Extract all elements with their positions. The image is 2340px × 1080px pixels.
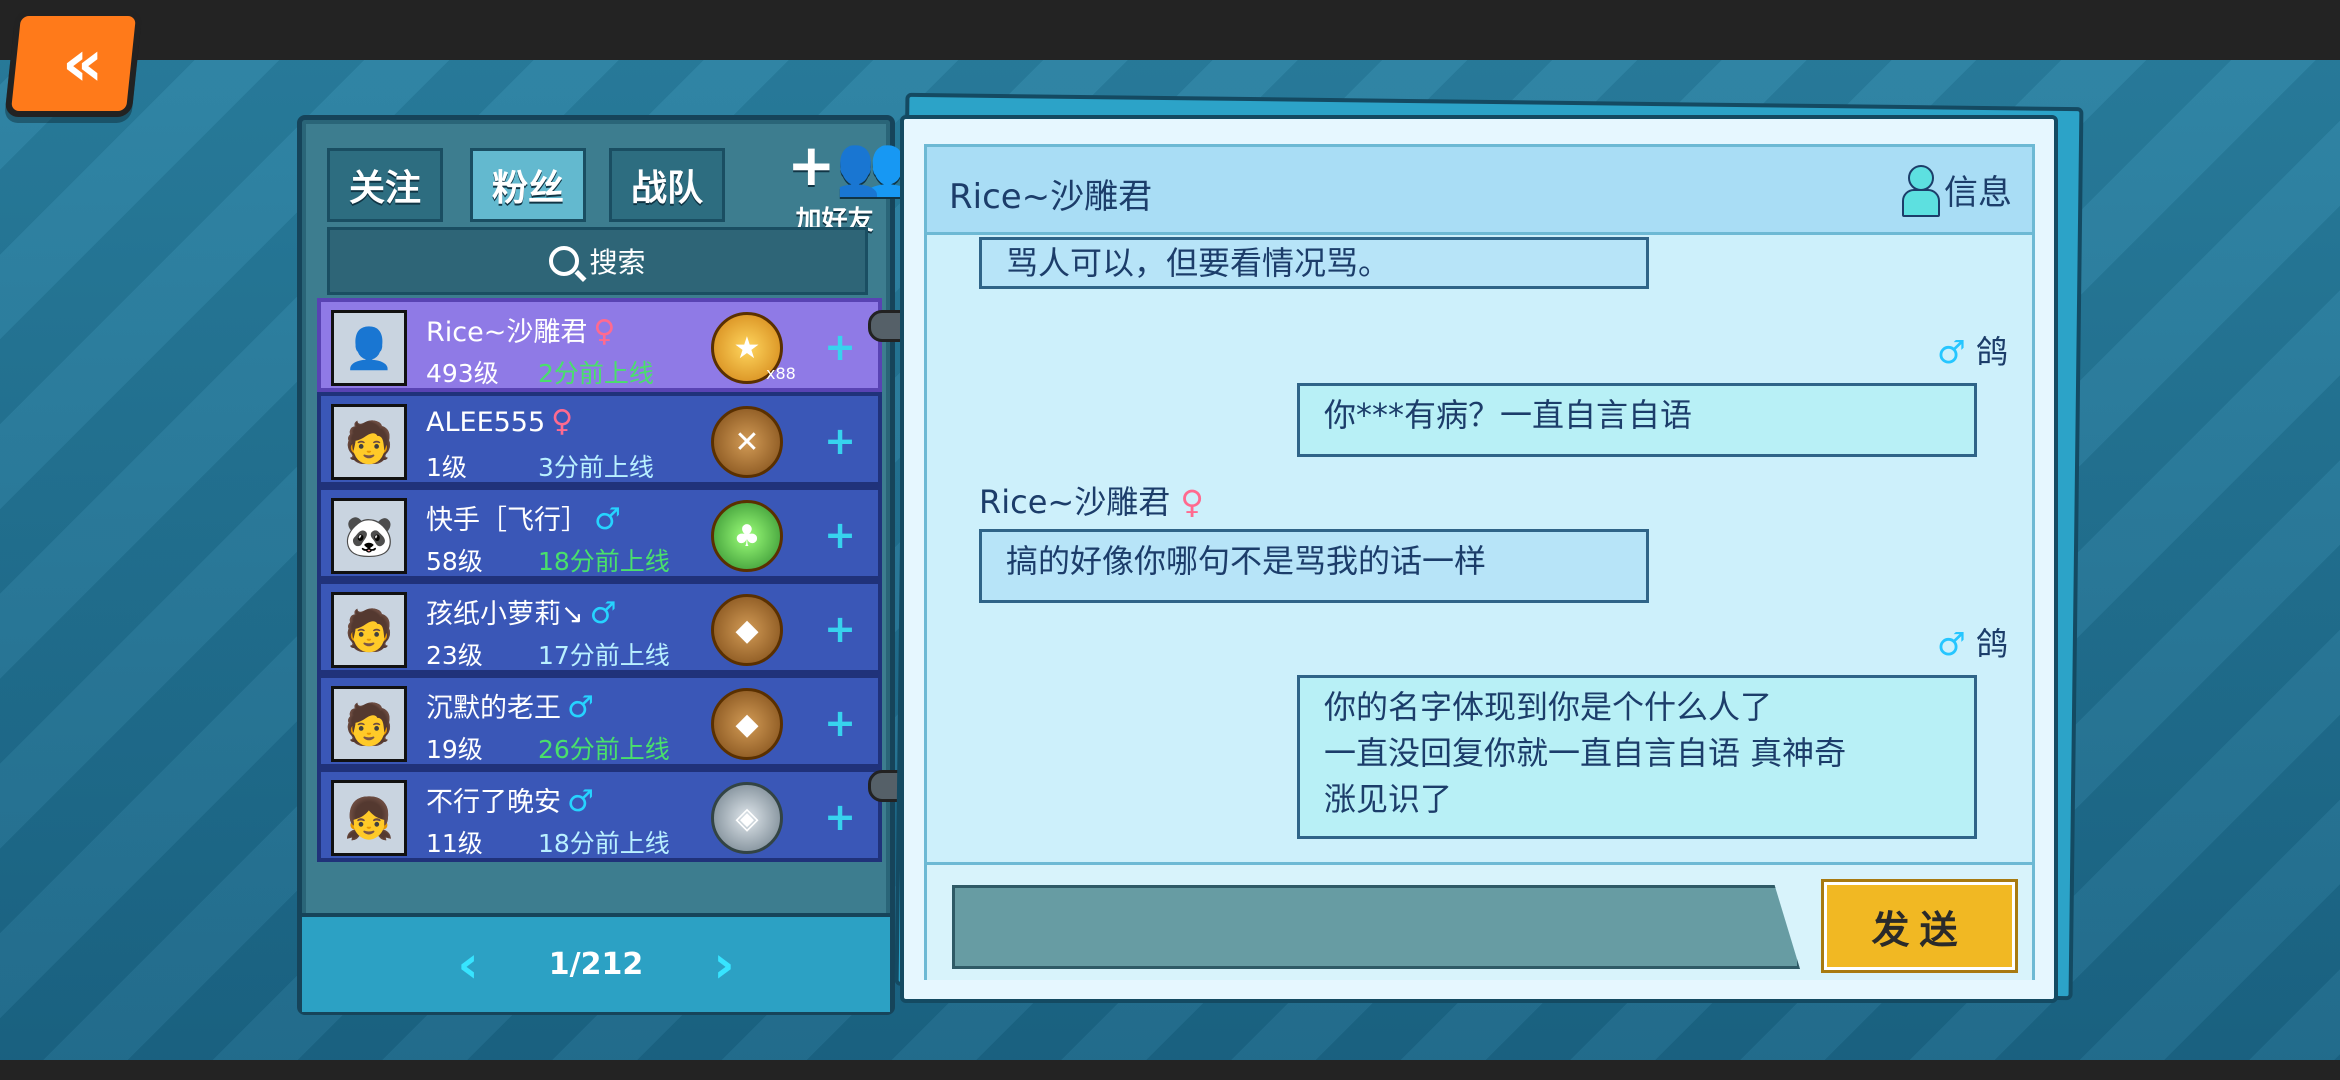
rank-badge-icon: ◈ [711, 782, 783, 854]
friend-level: 58级 [426, 547, 483, 576]
message-sender: Rice~沙雕君 ♀ [979, 477, 1204, 523]
male-icon: ♂ [567, 690, 594, 725]
add-friend-icon[interactable]: + [816, 326, 864, 368]
chat-window: Rice~沙雕君 信息 骂人可以，但要看情况骂。 ♂ 鸽 你***有病？一直自言… [924, 144, 2035, 980]
friend-row[interactable]: 🧑 孩纸小萝莉↘ ♂ 23级 17分前上线 ◆ + [317, 580, 882, 674]
rank-badge-icon: ♣ [711, 500, 783, 572]
add-friend-icon[interactable]: + [816, 420, 864, 462]
friend-online-status: 18分前上线 [538, 547, 670, 576]
male-icon: ♂ [1937, 625, 1966, 663]
sender-name: 鸽 [1975, 333, 2008, 371]
tab-team[interactable]: 战队 [609, 148, 725, 222]
rank-badge-icon: ◆ [711, 594, 783, 666]
rank-badge-icon: ✕ [711, 406, 783, 478]
friend-name: 不行了晚安 [426, 787, 561, 818]
friend-online-status: 3分前上线 [538, 453, 654, 482]
friend-level: 19级 [426, 735, 483, 764]
avatar: 👧 [331, 780, 407, 856]
message-text: 涨见识了 [1324, 780, 1453, 818]
chat-input[interactable] [952, 885, 1800, 969]
page-indicator: 1/212 [548, 947, 644, 982]
friend-row[interactable]: 👤 Rice~沙雕君 ♀ 493级 2分前上线 ★ x88 + [317, 298, 882, 392]
avatar: 👤 [331, 310, 407, 386]
male-icon: ♂ [1937, 333, 1966, 371]
bottom-bar [0, 1060, 2340, 1080]
tab-fans[interactable]: 粉丝 [470, 148, 586, 222]
message-bubble: 你***有病？一直自言自语 [1297, 383, 1977, 457]
sender-name: Rice~沙雕君 [979, 483, 1171, 521]
message-bubble: 搞的好像你哪句不是骂我的话一样 [979, 529, 1649, 603]
tab-follow[interactable]: 关注 [327, 148, 443, 222]
chat-title: Rice~沙雕君 [949, 177, 1153, 217]
message-sender: ♂ 鸽 [1937, 327, 2008, 373]
male-icon: ♂ [594, 502, 621, 537]
message-text: 你***有病？一直自言自语 [1324, 396, 1693, 434]
message-sender: ♂ 鸽 [1937, 619, 2008, 665]
info-button[interactable]: 信息 [1902, 161, 2012, 217]
friend-name: Rice~沙雕君 [426, 317, 588, 348]
add-friend-button[interactable]: +👥 加好友 [787, 130, 908, 236]
info-label: 信息 [1944, 172, 2012, 213]
female-icon: ♀ [551, 404, 574, 439]
top-bar [0, 0, 2340, 60]
prev-page-icon[interactable]: ‹ [457, 935, 478, 995]
add-friend-icon[interactable]: + [816, 514, 864, 556]
message-bubble: 你的名字体现到你是个什么人了 一直没回复你就一直自言自语 真神奇 涨见识了 [1297, 675, 1977, 839]
avatar: 🧑 [331, 404, 407, 480]
chat-header: Rice~沙雕君 信息 [927, 147, 2032, 235]
friend-level: 11级 [426, 829, 483, 858]
search-icon [549, 246, 580, 276]
friend-name: 孩纸小萝莉↘ [426, 599, 584, 630]
friend-row[interactable]: 🧑 沉默的老王 ♂ 19级 26分前上线 ◆ + [317, 674, 882, 768]
friend-online-status: 2分前上线 [538, 359, 654, 388]
friend-level: 1级 [426, 453, 467, 482]
add-friend-icon[interactable]: + [816, 608, 864, 650]
person-icon [1902, 165, 1940, 217]
message-text: 搞的好像你哪句不是骂我的话一样 [1006, 542, 1487, 580]
sender-name: 鸽 [1975, 625, 2008, 663]
avatar: 🧑 [331, 592, 407, 668]
friend-row[interactable]: 🧑 ALEE555 ♀ 1级 3分前上线 ✕ + [317, 392, 882, 486]
friend-online-status: 26分前上线 [538, 735, 670, 764]
add-friend-icon[interactable]: + [816, 796, 864, 838]
avatar: 🧑 [331, 686, 407, 762]
message-text: 骂人可以，但要看情况骂。 [1006, 244, 1391, 282]
back-double-chevron-icon: « [61, 26, 86, 101]
back-button[interactable]: « [4, 10, 143, 117]
message-text: 一直没回复你就一直自言自语 真神奇 [1324, 734, 1847, 772]
add-friend-icon[interactable]: + [816, 702, 864, 744]
badge-count: x88 [766, 364, 796, 383]
message-bubble: 骂人可以，但要看情况骂。 [979, 237, 1649, 289]
rank-badge-icon: ◆ [711, 688, 783, 760]
send-button[interactable]: 发送 [1824, 882, 2015, 970]
friend-online-status: 17分前上线 [538, 641, 670, 670]
avatar: 🐼 [331, 498, 407, 574]
pagination: ‹ 1/212 › [302, 913, 890, 1012]
female-icon: ♀ [1180, 483, 1204, 521]
female-icon: ♀ [593, 314, 616, 349]
friend-row[interactable]: 👧 不行了晚安 ♂ 11级 18分前上线 ◈ + [317, 768, 882, 862]
friend-row[interactable]: 🐼 快手［飞行］ ♂ 58级 18分前上线 ♣ + [317, 486, 882, 580]
friends-panel: 关注 粉丝 战队 +👥 加好友 搜索 👤 Rice~沙雕君 ♀ 493级 2分前上… [297, 115, 908, 1015]
input-area: 发送 [927, 862, 2032, 980]
message-text: 你的名字体现到你是个什么人了 [1324, 688, 1773, 726]
male-icon: ♂ [567, 784, 594, 819]
friend-name: 快手［飞行］ [426, 505, 588, 536]
search-button[interactable]: 搜索 [327, 227, 868, 295]
next-page-icon[interactable]: › [713, 935, 734, 995]
friend-name: 沉默的老王 [426, 693, 561, 724]
friend-name: ALEE555 [426, 407, 546, 438]
search-label: 搜索 [589, 246, 646, 279]
friend-online-status: 18分前上线 [538, 829, 670, 858]
male-icon: ♂ [589, 596, 617, 631]
add-person-icon: +👥 [787, 131, 908, 199]
chat-panel: Rice~沙雕君 信息 骂人可以，但要看情况骂。 ♂ 鸽 你***有病？一直自言… [900, 115, 2058, 1003]
friend-level: 23级 [426, 641, 483, 670]
friend-level: 493级 [426, 359, 499, 388]
